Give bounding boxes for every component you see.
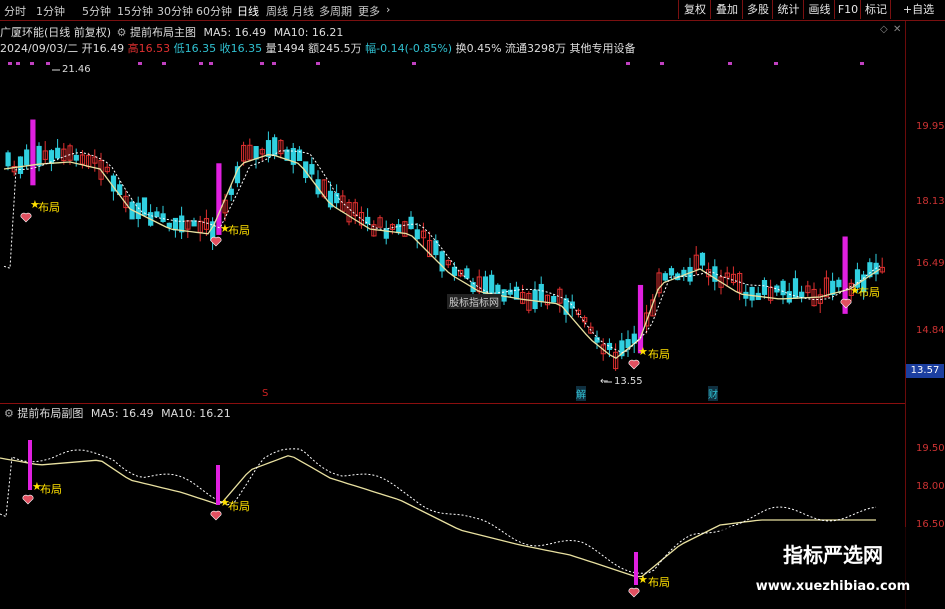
sub-axis-tick: 19.50 (916, 443, 945, 454)
candle (780, 280, 786, 296)
axis-tick: 18.13 (916, 196, 945, 207)
candle (272, 137, 278, 156)
candle (489, 274, 495, 294)
candle (836, 279, 842, 288)
sub-signal-bars (28, 440, 638, 585)
candle (17, 156, 24, 174)
candle (265, 140, 272, 157)
candle (309, 164, 315, 175)
candle (191, 220, 197, 227)
candle (625, 339, 631, 349)
candle (166, 222, 172, 228)
diamond-icon (628, 359, 640, 370)
candle (513, 286, 520, 300)
event-marker-cai[interactable]: 财 (708, 386, 718, 401)
sub-ma5: MA5: 16.49 (90, 407, 154, 420)
diamond-icon (20, 212, 32, 223)
axis-tick: 16.49 (916, 258, 945, 269)
sub-axis-tick: 18.00 (916, 481, 945, 492)
candle (414, 229, 420, 240)
watermark: 指标严选网 www.xuezhibiao.com (721, 527, 945, 609)
sub-signal-label: 布局 (40, 483, 62, 496)
star-icon: ★ (638, 573, 648, 586)
candle (538, 283, 544, 302)
candle (637, 284, 644, 354)
candle (154, 211, 160, 218)
low-arrow-icon: ← (600, 376, 609, 387)
panel-divider[interactable] (0, 403, 905, 404)
sub-indicator-name[interactable]: 提前布局副图 (17, 407, 83, 420)
candle (482, 276, 489, 294)
candle (451, 266, 458, 276)
diamond-icon (22, 494, 34, 505)
diamond-icon (628, 587, 640, 598)
candle (761, 280, 768, 295)
candle (30, 119, 36, 186)
diamond-icon (840, 298, 852, 309)
current-price-tag: 13.57 (906, 364, 944, 378)
candle (532, 289, 538, 310)
candle (699, 252, 706, 266)
signal-label: 布局 (648, 348, 670, 361)
sub-ma10: MA10: 16.21 (161, 407, 231, 420)
hover-tooltip: 股标指标网 (447, 294, 501, 309)
candle (687, 266, 693, 282)
candle (73, 154, 79, 161)
sub-signal-label: 布局 (228, 500, 250, 513)
watermark-title: 指标严选网 (783, 543, 883, 567)
sub-indicator-settings-icon[interactable]: ⚙ (4, 407, 14, 420)
high-price-label: 21.46 (62, 64, 91, 75)
candle (36, 145, 42, 167)
candle (786, 291, 792, 303)
event-marker-jie[interactable]: 解 (576, 386, 586, 401)
candle (179, 215, 185, 233)
sub-signal-label: 布局 (648, 576, 670, 589)
candle (749, 286, 755, 301)
star-icon: ★ (638, 345, 648, 358)
signal-label: 布局 (858, 286, 880, 299)
signal-label: 布局 (228, 224, 250, 237)
axis-tick: 14.84 (916, 325, 945, 336)
candle (228, 188, 234, 195)
candle (464, 268, 470, 279)
sub-panel-title-row: ⚙ 提前布局副图 MA5: 16.49 MA10: 16.21 (4, 405, 231, 421)
candle (408, 216, 414, 230)
candles-group (5, 119, 885, 371)
candle (668, 268, 675, 276)
candle (135, 202, 141, 220)
candle (48, 150, 55, 164)
candle (5, 152, 11, 167)
candle (383, 228, 389, 239)
candle (55, 147, 61, 159)
candle (551, 296, 557, 303)
candle (24, 149, 30, 166)
candle (253, 146, 259, 160)
watermark-url: www.xuezhibiao.com (755, 579, 911, 594)
event-marker-s[interactable]: S (262, 388, 268, 399)
low-price-label: 13.55 (614, 376, 643, 387)
diamond-icon (210, 510, 222, 521)
candle (662, 273, 668, 281)
signal-label: 布局 (38, 201, 60, 214)
candle (160, 213, 166, 222)
axis-tick: 19.95 (916, 121, 945, 132)
candle (606, 342, 613, 351)
candle (172, 217, 179, 231)
price-axis-line (905, 21, 906, 609)
